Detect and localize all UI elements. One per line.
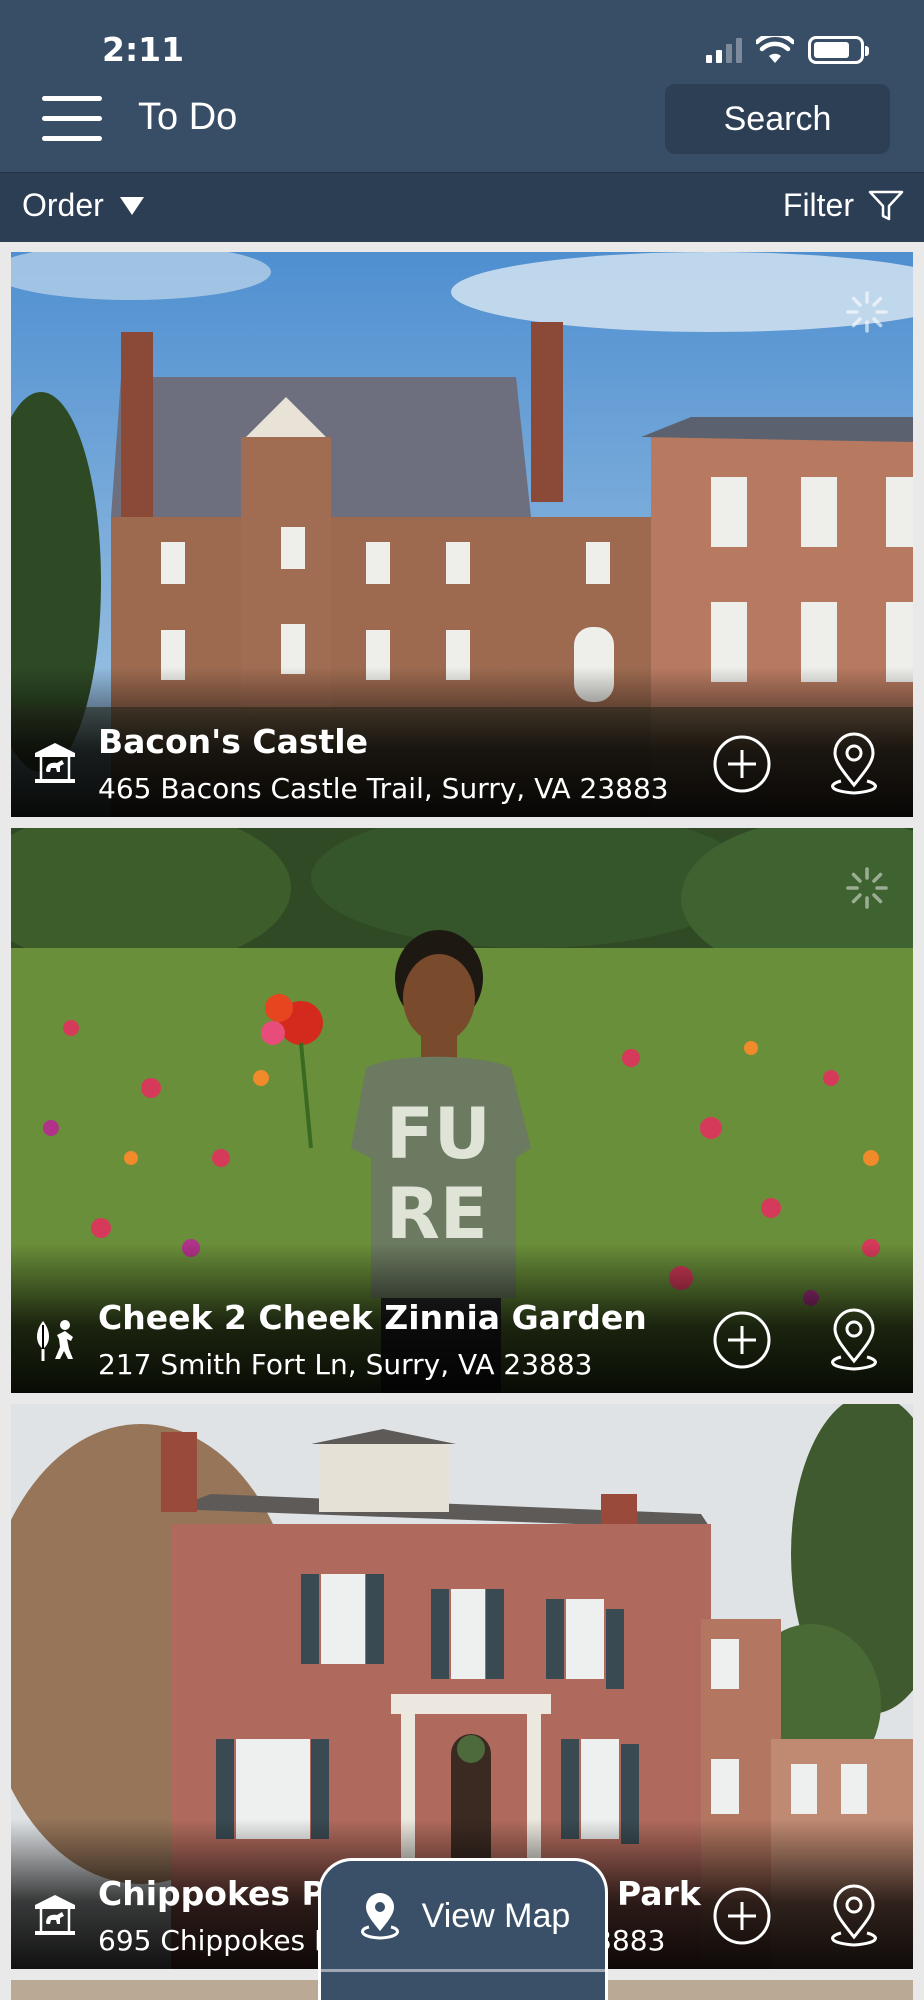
add-to-trip-plus-icon[interactable] (711, 1885, 773, 1947)
svg-text:FU: FU (386, 1093, 491, 1175)
add-to-trip-plus-icon[interactable] (711, 733, 773, 795)
cellular-signal-icon (706, 37, 742, 63)
caret-down-icon (119, 196, 144, 215)
hamburger-menu-button[interactable] (42, 94, 102, 144)
search-button[interactable]: Search (665, 84, 890, 154)
filter-button[interactable]: Filter (783, 187, 904, 224)
app-header: 2:11 To Do Search (0, 0, 924, 172)
attraction-name: Bacon's Castle (98, 722, 368, 761)
status-time: 2:11 (102, 30, 185, 69)
attraction-card[interactable]: FU RE Cheek 2 Cheek Zinnia Garden 217 Sm… (11, 828, 913, 1393)
attraction-address: 465 Bacons Castle Trail, Surry, VA 23883 (98, 772, 669, 805)
map-pin-icon[interactable] (823, 1305, 885, 1375)
loading-spinner-icon (846, 291, 888, 333)
attraction-name: Cheek 2 Cheek Zinnia Garden (98, 1298, 647, 1337)
attraction-card[interactable]: Bacon's Castle 465 Bacons Castle Trail, … (11, 252, 913, 817)
map-pin-icon[interactable] (823, 729, 885, 799)
view-map-label: View Map (421, 1896, 571, 1935)
order-dropdown[interactable]: Order (22, 187, 144, 224)
wifi-icon (756, 36, 794, 63)
view-map-button[interactable]: View Map (318, 1858, 608, 2000)
add-to-trip-plus-icon[interactable] (711, 1309, 773, 1371)
attraction-address: 217 Smith Fort Ln, Surry, VA 23883 (98, 1348, 593, 1381)
battery-icon (808, 36, 869, 64)
loading-spinner-icon (846, 867, 888, 909)
carousel-icon (35, 743, 75, 783)
map-pin-icon (360, 1893, 399, 1940)
status-icons (706, 36, 869, 64)
sort-filter-bar: Order Filter (0, 172, 924, 242)
filter-label: Filter (782, 187, 854, 223)
farm-produce-icon (37, 1320, 73, 1361)
map-pin-icon[interactable] (823, 1881, 885, 1951)
page-title: To Do (138, 96, 238, 138)
carousel-icon (35, 1895, 75, 1935)
divider (321, 1969, 605, 1972)
order-label: Order (22, 187, 104, 223)
filter-funnel-icon (868, 190, 904, 220)
